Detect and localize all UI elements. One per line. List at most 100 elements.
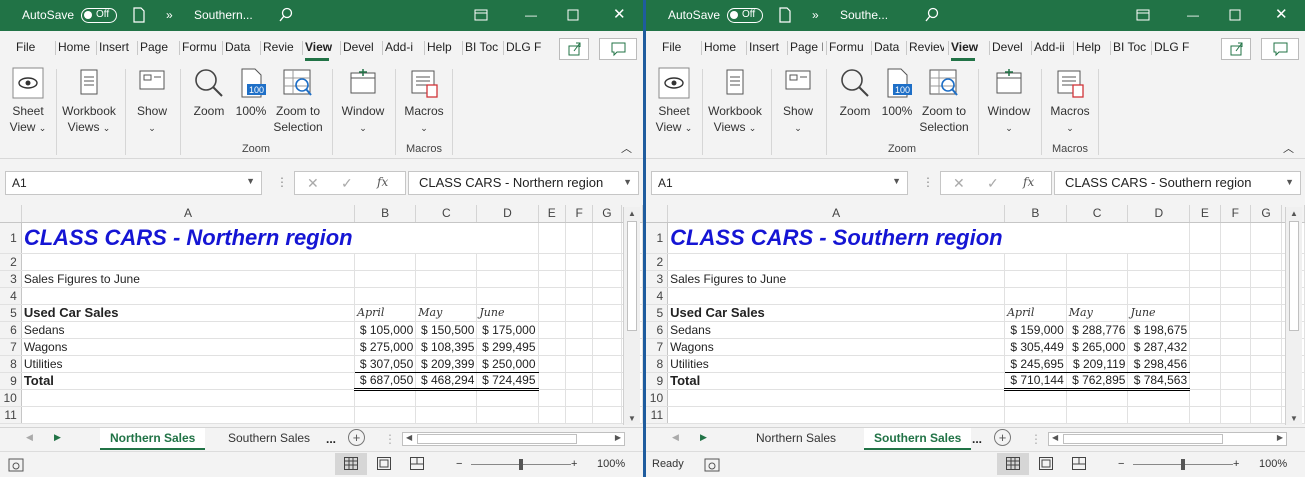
tab-formu[interactable]: Formu xyxy=(829,40,866,56)
worksheet-grid[interactable]: A B C D E F G H 1 CLASS CARS - Northern … xyxy=(0,205,643,424)
value-cell[interactable]: $ 298,456 xyxy=(1127,355,1191,373)
cell[interactable] xyxy=(354,406,417,424)
minimize-icon[interactable]: — xyxy=(525,8,537,22)
sheet-title-cell[interactable]: CLASS CARS - Northern region xyxy=(21,222,355,254)
name-box[interactable]: A1 ▼ xyxy=(5,171,262,195)
value-cell[interactable]: $ 105,000 xyxy=(354,321,417,339)
zoom-level[interactable]: 100% xyxy=(1259,458,1287,470)
header-cell[interactable]: Used Car Sales xyxy=(21,304,356,322)
ribbon-display-icon[interactable] xyxy=(1135,7,1151,23)
month-cell[interactable]: May xyxy=(415,304,478,322)
cell[interactable] xyxy=(1189,406,1221,424)
cell[interactable] xyxy=(1250,253,1283,271)
select-all-corner[interactable] xyxy=(0,205,22,223)
cell[interactable] xyxy=(592,222,622,254)
macros-button[interactable]: Macros ⌄ xyxy=(1046,67,1094,136)
expand-formula-icon[interactable]: ▼ xyxy=(623,177,632,187)
cell[interactable] xyxy=(1220,270,1251,288)
value-cell[interactable]: $ 159,000 xyxy=(1004,321,1067,339)
header-cell[interactable]: Used Car Sales xyxy=(667,304,1006,322)
value-cell[interactable]: $ 287,432 xyxy=(1127,338,1191,356)
tab-dlg-f[interactable]: DLG F xyxy=(506,40,542,56)
total-cell[interactable]: $ 762,895 xyxy=(1066,372,1129,391)
scroll-thumb[interactable] xyxy=(1289,221,1299,331)
month-cell[interactable]: April xyxy=(354,304,417,322)
next-sheet-icon[interactable]: ▶ xyxy=(700,432,707,443)
previous-sheet-icon[interactable]: ◀ xyxy=(26,432,33,443)
enter-icon[interactable]: ✓ xyxy=(341,175,353,192)
maximize-icon[interactable] xyxy=(565,7,581,23)
cell[interactable] xyxy=(565,253,594,271)
next-sheet-icon[interactable]: ▶ xyxy=(54,432,61,443)
cell[interactable] xyxy=(538,338,567,356)
tab-bi-toc[interactable]: BI Toc xyxy=(1113,40,1147,56)
cell[interactable] xyxy=(1189,253,1221,271)
row-header[interactable]: 4 xyxy=(0,287,22,305)
cell[interactable] xyxy=(1220,321,1251,339)
tab-help[interactable]: Help xyxy=(427,40,457,56)
value-cell[interactable]: $ 275,000 xyxy=(354,338,417,356)
tab-view[interactable]: View xyxy=(305,40,335,56)
cell[interactable] xyxy=(21,287,356,305)
cell[interactable] xyxy=(565,372,594,390)
value-cell[interactable]: $ 209,119 xyxy=(1066,355,1129,373)
hscroll-thumb[interactable] xyxy=(417,434,577,444)
cell[interactable] xyxy=(476,270,539,288)
cell[interactable] xyxy=(592,253,622,271)
sheet-title-cell[interactable]: CLASS CARS - Southern region xyxy=(667,222,1005,254)
vertical-scrollbar[interactable]: ▲ ▼ xyxy=(623,207,640,425)
cell[interactable] xyxy=(21,406,356,424)
cell[interactable] xyxy=(1127,287,1191,305)
share-button[interactable] xyxy=(559,38,589,60)
maximize-icon[interactable] xyxy=(1227,7,1243,23)
row-header[interactable]: 2 xyxy=(646,253,669,271)
cell[interactable] xyxy=(592,355,622,373)
page-layout-icon[interactable] xyxy=(1039,457,1053,470)
cell[interactable] xyxy=(1220,372,1251,390)
cell[interactable] xyxy=(1220,406,1251,424)
zoom-to-selection-button[interactable]: Zoom to Selection xyxy=(918,67,970,135)
month-cell[interactable]: June xyxy=(1127,304,1191,322)
tab-reviev[interactable]: Reviev xyxy=(909,40,944,56)
zoom-button[interactable]: Zoom xyxy=(834,67,876,119)
value-cell[interactable]: $ 245,695 xyxy=(1004,355,1067,373)
page-layout-icon[interactable] xyxy=(377,457,391,470)
column-header[interactable]: A xyxy=(21,205,356,223)
cell[interactable] xyxy=(1127,406,1191,424)
comments-button[interactable] xyxy=(599,38,637,60)
value-cell[interactable]: $ 108,395 xyxy=(415,338,478,356)
cell[interactable] xyxy=(1250,338,1283,356)
cell[interactable] xyxy=(592,406,622,424)
insert-function-icon[interactable]: fx xyxy=(1023,175,1034,189)
zoom-slider-thumb[interactable] xyxy=(1181,459,1185,470)
split-handle-icon[interactable]: ⋮ xyxy=(384,432,396,446)
cell[interactable] xyxy=(592,372,622,390)
label-cell[interactable]: Utilities xyxy=(21,355,356,373)
cancel-icon[interactable]: ✕ xyxy=(953,175,965,192)
minimize-icon[interactable]: — xyxy=(1187,8,1199,22)
column-header[interactable]: E xyxy=(1189,205,1221,223)
cell[interactable] xyxy=(1220,222,1251,254)
cell[interactable] xyxy=(592,338,622,356)
collapse-ribbon-icon[interactable]: ︿ xyxy=(1283,141,1294,157)
cell[interactable] xyxy=(1127,253,1191,271)
total-label-cell[interactable]: Total xyxy=(21,372,356,390)
cell[interactable] xyxy=(538,321,567,339)
cell[interactable] xyxy=(565,406,594,424)
more-sheets-button[interactable]: ... xyxy=(972,432,982,446)
cell[interactable] xyxy=(538,406,567,424)
select-all-corner[interactable] xyxy=(646,205,669,223)
cell[interactable] xyxy=(1250,287,1283,305)
cell[interactable] xyxy=(592,321,622,339)
tab-add-i[interactable]: Add-i xyxy=(385,40,419,56)
zoom-level[interactable]: 100% xyxy=(597,458,625,470)
zoom-in-icon[interactable]: + xyxy=(1233,458,1239,470)
cell[interactable] xyxy=(476,287,539,305)
value-cell[interactable]: $ 307,050 xyxy=(354,355,417,373)
value-cell[interactable]: $ 250,000 xyxy=(476,355,539,373)
scroll-down-icon[interactable]: ▼ xyxy=(628,414,636,423)
month-cell[interactable]: April xyxy=(1004,304,1067,322)
column-header[interactable]: A xyxy=(667,205,1006,223)
scroll-right-icon[interactable]: ▶ xyxy=(615,433,621,442)
cell[interactable] xyxy=(1220,355,1251,373)
